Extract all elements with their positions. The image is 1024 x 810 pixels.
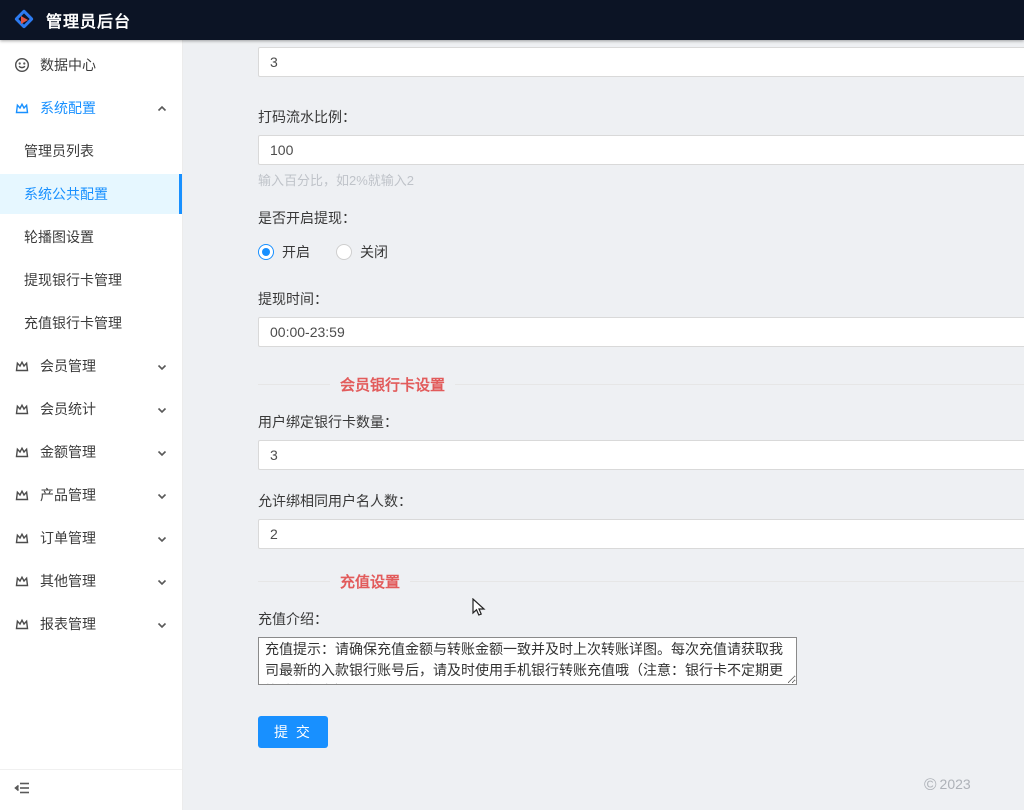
bind-card-count-input[interactable]: [258, 440, 1024, 470]
chevron-down-icon: [156, 446, 168, 458]
crown-icon: [14, 100, 30, 116]
sidebar-item-label: 金额管理: [40, 442, 152, 462]
sidebar-item-label: 报表管理: [40, 614, 152, 634]
sidebar-item-label: 管理员列表: [24, 141, 168, 161]
sidebar-item-withdraw-bankcard[interactable]: 提现银行卡管理: [0, 260, 182, 300]
withdraw-toggle-label: 是否开启提现：: [258, 208, 1024, 228]
withdraw-time-label: 提现时间：: [258, 289, 1024, 309]
chevron-down-icon: [156, 575, 168, 587]
app-header: 管理员后台: [0, 0, 1024, 40]
submit-button[interactable]: 提 交: [258, 716, 328, 748]
sidebar-item-order-management[interactable]: 订单管理: [0, 518, 182, 558]
dama-ratio-helper: 输入百分比，如2%就输入2: [258, 170, 1024, 186]
chevron-down-icon: [156, 532, 168, 544]
sidebar-item-label: 数据中心: [40, 55, 168, 75]
crown-icon: [14, 444, 30, 460]
copyright-icon: ©: [924, 775, 937, 794]
radio-off[interactable]: 关闭: [336, 242, 388, 262]
sidebar-footer: [0, 769, 182, 810]
radio-circle-icon: [336, 244, 352, 260]
sidebar-item-system-public-config[interactable]: 系统公共配置: [0, 174, 182, 214]
chevron-down-icon: [156, 403, 168, 415]
sidebar-item-label: 系统配置: [40, 98, 152, 118]
radio-circle-icon: [258, 244, 274, 260]
sidebar-item-member-management[interactable]: 会员管理: [0, 346, 182, 386]
sidebar: 数据中心 系统配置 管理员列表 系统公共配置 轮播图设置 提现银行卡管理 充值银…: [0, 40, 183, 810]
recharge-intro-label: 充值介绍：: [258, 609, 1024, 629]
main-content: 打码流水比例： 输入百分比，如2%就输入2 是否开启提现： 开启 关闭 提现时间…: [184, 40, 1024, 810]
radio-label: 关闭: [360, 242, 388, 262]
sidebar-item-other-management[interactable]: 其他管理: [0, 561, 182, 601]
copyright-year: 2023: [940, 776, 971, 792]
smile-icon: [14, 57, 30, 73]
sidebar-item-report-management[interactable]: 报表管理: [0, 604, 182, 644]
sidebar-item-label: 会员统计: [40, 399, 152, 419]
dama-ratio-input[interactable]: [258, 135, 1024, 165]
sidebar-item-label: 产品管理: [40, 485, 152, 505]
top-number-input[interactable]: [258, 47, 1024, 77]
sidebar-item-label: 其他管理: [40, 571, 152, 591]
copyright: ©2023: [924, 775, 971, 795]
sidebar-item-label: 轮播图设置: [24, 227, 168, 247]
sidebar-item-admin-list[interactable]: 管理员列表: [0, 131, 182, 171]
sidebar-item-label: 系统公共配置: [24, 184, 168, 204]
withdraw-toggle-group: 开启 关闭: [258, 241, 1024, 263]
same-name-count-input[interactable]: [258, 519, 1024, 549]
chevron-down-icon: [156, 618, 168, 630]
crown-icon: [14, 358, 30, 374]
withdraw-time-input[interactable]: [258, 317, 1024, 347]
radio-label: 开启: [282, 242, 310, 262]
sidebar-item-member-statistics[interactable]: 会员统计: [0, 389, 182, 429]
crown-icon: [14, 487, 30, 503]
chevron-down-icon: [156, 489, 168, 501]
bind-card-count-label: 用户绑定银行卡数量：: [258, 412, 1024, 432]
sidebar-item-label: 订单管理: [40, 528, 152, 548]
sidebar-item-label: 提现银行卡管理: [24, 270, 168, 290]
sidebar-item-recharge-bankcard[interactable]: 充值银行卡管理: [0, 303, 182, 343]
menu-fold-icon[interactable]: [14, 780, 30, 801]
app-logo-icon: [14, 9, 36, 31]
sidebar-item-label: 会员管理: [40, 356, 152, 376]
dama-ratio-label: 打码流水比例：: [258, 107, 1024, 127]
sidebar-item-data-center[interactable]: 数据中心: [0, 45, 182, 85]
section-heading-bankcard: 会员银行卡设置: [258, 374, 1024, 395]
crown-icon: [14, 401, 30, 417]
crown-icon: [14, 530, 30, 546]
crown-icon: [14, 616, 30, 632]
section-heading-recharge: 充值设置: [258, 571, 1024, 592]
radio-on[interactable]: 开启: [258, 242, 310, 262]
crown-icon: [14, 573, 30, 589]
sidebar-item-carousel-settings[interactable]: 轮播图设置: [0, 217, 182, 257]
chevron-down-icon: [156, 360, 168, 372]
same-name-count-label: 允许绑相同用户名人数：: [258, 491, 1024, 511]
app-title: 管理员后台: [46, 8, 131, 32]
chevron-up-icon: [156, 102, 168, 114]
sidebar-item-system-config[interactable]: 系统配置: [0, 88, 182, 128]
sidebar-item-label: 充值银行卡管理: [24, 313, 168, 333]
recharge-intro-textarea[interactable]: 充值提示：请确保充值金额与转账金额一致并及时上次转账详图。每次充值请获取我司最新…: [258, 637, 797, 685]
sidebar-item-amount-management[interactable]: 金额管理: [0, 432, 182, 472]
sidebar-item-product-management[interactable]: 产品管理: [0, 475, 182, 515]
